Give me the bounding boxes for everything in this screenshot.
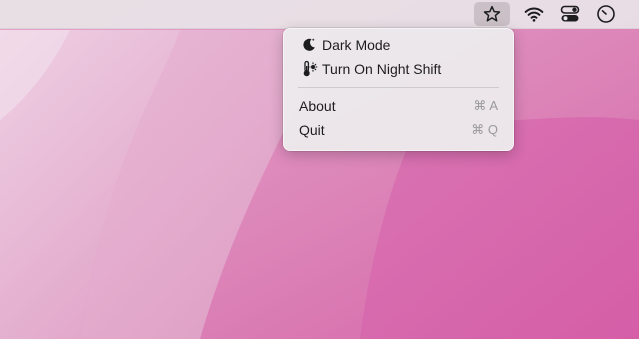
menu-item-quit[interactable]: Quit ⌘ Q bbox=[289, 118, 508, 142]
menu-item-about[interactable]: About ⌘ A bbox=[289, 94, 508, 118]
clock-status-item[interactable] bbox=[588, 2, 624, 26]
about-label: About bbox=[299, 98, 336, 114]
night-shift-label: Turn On Night Shift bbox=[322, 61, 442, 77]
menu-separator bbox=[298, 87, 499, 88]
menu-item-dark-mode[interactable]: Dark Mode bbox=[289, 33, 508, 57]
star-status-item[interactable] bbox=[474, 2, 510, 26]
quit-label: Quit bbox=[299, 122, 325, 138]
quit-shortcut: ⌘ Q bbox=[471, 122, 498, 137]
star-icon bbox=[483, 5, 501, 22]
moon-icon bbox=[298, 37, 320, 53]
about-shortcut: ⌘ A bbox=[473, 98, 498, 113]
dark-mode-label: Dark Mode bbox=[322, 37, 391, 53]
control-center-status-item[interactable] bbox=[552, 2, 588, 26]
menu-bar bbox=[0, 0, 639, 29]
clock-icon bbox=[597, 5, 615, 23]
menu-item-night-shift[interactable]: Turn On Night Shift bbox=[289, 57, 508, 81]
thermometer-sun-icon bbox=[298, 60, 320, 78]
control-center-icon bbox=[560, 5, 580, 22]
wifi-status-item[interactable] bbox=[516, 2, 552, 26]
status-menu: Dark Mode Turn On Night Shift About ⌘ A … bbox=[283, 28, 514, 151]
desktop: Dark Mode Turn On Night Shift About ⌘ A … bbox=[0, 0, 639, 339]
wifi-icon bbox=[524, 7, 544, 22]
